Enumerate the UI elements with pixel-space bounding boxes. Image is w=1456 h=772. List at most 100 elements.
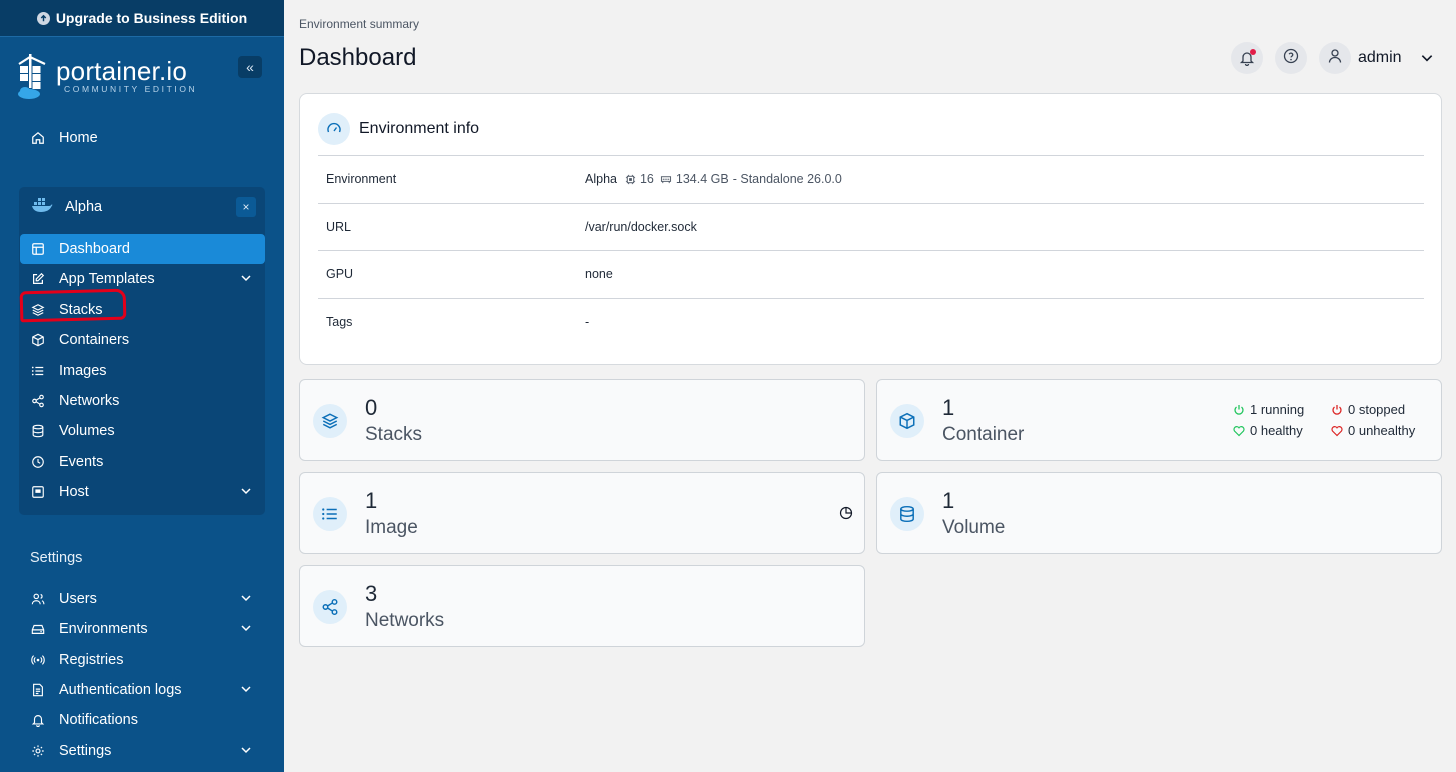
- unhealthy-count: 0 unhealthy: [1348, 423, 1416, 438]
- radio-icon: [30, 652, 46, 668]
- file-icon: [30, 682, 46, 698]
- sidebar-item-networks[interactable]: Networks: [30, 387, 260, 415]
- card-title: Environment info: [359, 120, 480, 137]
- table-row: URL /var/run/docker.sock: [318, 202, 1424, 251]
- cpu-icon: [625, 174, 636, 185]
- chevron-down-icon: [240, 592, 252, 608]
- row-key: Environment: [326, 172, 397, 187]
- heart-icon: [1233, 425, 1245, 437]
- stacks-widget[interactable]: 0 Stacks: [299, 379, 865, 461]
- help-button[interactable]: [1275, 42, 1307, 74]
- list-icon: [30, 363, 46, 379]
- healthy-count: 0 healthy: [1250, 423, 1303, 438]
- sidebar-item-app-templates[interactable]: App Templates: [30, 265, 260, 293]
- sidebar-item-label: Notifications: [59, 712, 138, 728]
- volumes-widget[interactable]: 1 Volume: [876, 472, 1442, 554]
- logo-subtitle: COMMUNITY EDITION: [64, 84, 198, 94]
- user-icon: [1327, 48, 1343, 69]
- settings-section-title: Settings: [30, 550, 83, 566]
- bell-icon: [1239, 49, 1256, 66]
- unhealthy-status: 0 unhealthy: [1331, 423, 1415, 438]
- running-status: 1 running: [1233, 402, 1304, 417]
- user-name[interactable]: admin: [1358, 49, 1402, 67]
- list-icon: [313, 497, 347, 531]
- sidebar-item-dashboard[interactable]: Dashboard: [30, 235, 260, 263]
- sidebar-item-label: Containers: [59, 332, 130, 348]
- logo-text: portainer.io: [56, 56, 188, 86]
- stopped-count: 0 stopped: [1348, 402, 1406, 417]
- table-row: GPU none: [318, 250, 1424, 298]
- volumes-label: Volume: [942, 517, 1006, 538]
- sidebar-item-events[interactable]: Events: [30, 448, 260, 476]
- url-value: /var/run/docker.sock: [585, 219, 697, 234]
- portainer-logo[interactable]: portainer.io COMMUNITY EDITION: [17, 52, 267, 102]
- chevron-down-icon: [240, 744, 252, 760]
- portainer-logo-icon: [17, 54, 47, 105]
- chevron-down-icon[interactable]: [1420, 51, 1434, 70]
- sidebar-item-environments[interactable]: Environments: [30, 615, 260, 643]
- stacks-count: 0: [365, 395, 378, 420]
- environment-info-table: Environment Alpha 16 134.4 GB - Standalo…: [318, 155, 1424, 345]
- red-highlight-annotation: [19, 288, 127, 323]
- upgrade-label: Upgrade to Business Edition: [55, 10, 248, 26]
- sidebar-item-label: Registries: [59, 652, 124, 668]
- page-title: Dashboard: [299, 44, 417, 71]
- share-icon: [313, 590, 347, 624]
- arrow-up-circle-icon: [36, 11, 50, 25]
- environment-info-card: Environment info Environment Alpha 16 13…: [299, 93, 1442, 365]
- sidebar-item-label: Users: [59, 591, 97, 607]
- chevron-down-icon: [240, 272, 252, 288]
- notifications-button[interactable]: [1231, 42, 1263, 74]
- gpu-value: none: [585, 267, 613, 282]
- sidebar-item-notifications[interactable]: Notifications: [30, 706, 260, 734]
- containers-count: 1: [942, 395, 955, 420]
- sidebar-item-authentication-logs[interactable]: Authentication logs: [30, 676, 260, 704]
- networks-widget[interactable]: 3 Networks: [299, 565, 865, 647]
- notification-dot: [1250, 49, 1256, 55]
- users-icon: [30, 591, 46, 607]
- sidebar-item-label: Dashboard: [59, 241, 130, 257]
- power-icon: [1233, 404, 1245, 416]
- docker-icon: [31, 197, 53, 217]
- tags-value: -: [585, 314, 590, 329]
- sidebar-item-settings[interactable]: Settings: [30, 737, 260, 765]
- close-environment-button[interactable]: ×: [236, 197, 256, 217]
- gauge-icon: [318, 113, 350, 145]
- sidebar-item-label: Events: [59, 454, 104, 470]
- pie-chart-icon: [839, 506, 853, 520]
- database-icon: [30, 423, 46, 439]
- help-icon: [1283, 48, 1299, 69]
- sidebar: Upgrade to Business Edition portainer.io…: [0, 0, 284, 772]
- environment-type: - Standalone 26.0.0: [732, 172, 842, 187]
- collapse-sidebar-button[interactable]: «: [238, 56, 262, 78]
- chevron-down-icon: [240, 622, 252, 638]
- box-icon: [890, 404, 924, 438]
- images-widget[interactable]: 1 Image: [299, 472, 865, 554]
- layers-icon: [313, 404, 347, 438]
- sidebar-item-images[interactable]: Images: [30, 357, 260, 385]
- memory-value: 134.4 GB: [675, 172, 729, 187]
- chevrons-left-icon: «: [246, 59, 254, 75]
- images-label: Image: [365, 517, 418, 538]
- power-icon: [1331, 404, 1343, 416]
- sidebar-item-host[interactable]: Host: [30, 478, 260, 506]
- database-icon: [890, 497, 924, 531]
- sidebar-item-users[interactable]: Users: [30, 585, 260, 613]
- clock-icon: [30, 454, 46, 470]
- layout-icon: [30, 241, 46, 257]
- main-content: Environment summary Dashboard admin Envi…: [284, 0, 1456, 772]
- sidebar-item-registries[interactable]: Registries: [30, 646, 260, 674]
- gear-icon: [30, 743, 46, 759]
- volumes-count: 1: [942, 488, 955, 513]
- sidebar-item-containers[interactable]: Containers: [30, 326, 260, 354]
- sidebar-item-label: Images: [59, 363, 107, 379]
- upgrade-banner[interactable]: Upgrade to Business Edition: [0, 0, 284, 37]
- sidebar-item-volumes[interactable]: Volumes: [30, 417, 260, 445]
- user-menu-button[interactable]: [1319, 42, 1351, 74]
- sidebar-item-label: Environments: [59, 621, 148, 637]
- close-icon: ×: [242, 200, 250, 214]
- row-key: Tags: [326, 314, 353, 329]
- sidebar-item-home[interactable]: Home: [30, 124, 260, 152]
- containers-widget[interactable]: 1 Container 1 running 0 stopped 0 health…: [876, 379, 1442, 461]
- breadcrumb: Environment summary: [299, 17, 420, 31]
